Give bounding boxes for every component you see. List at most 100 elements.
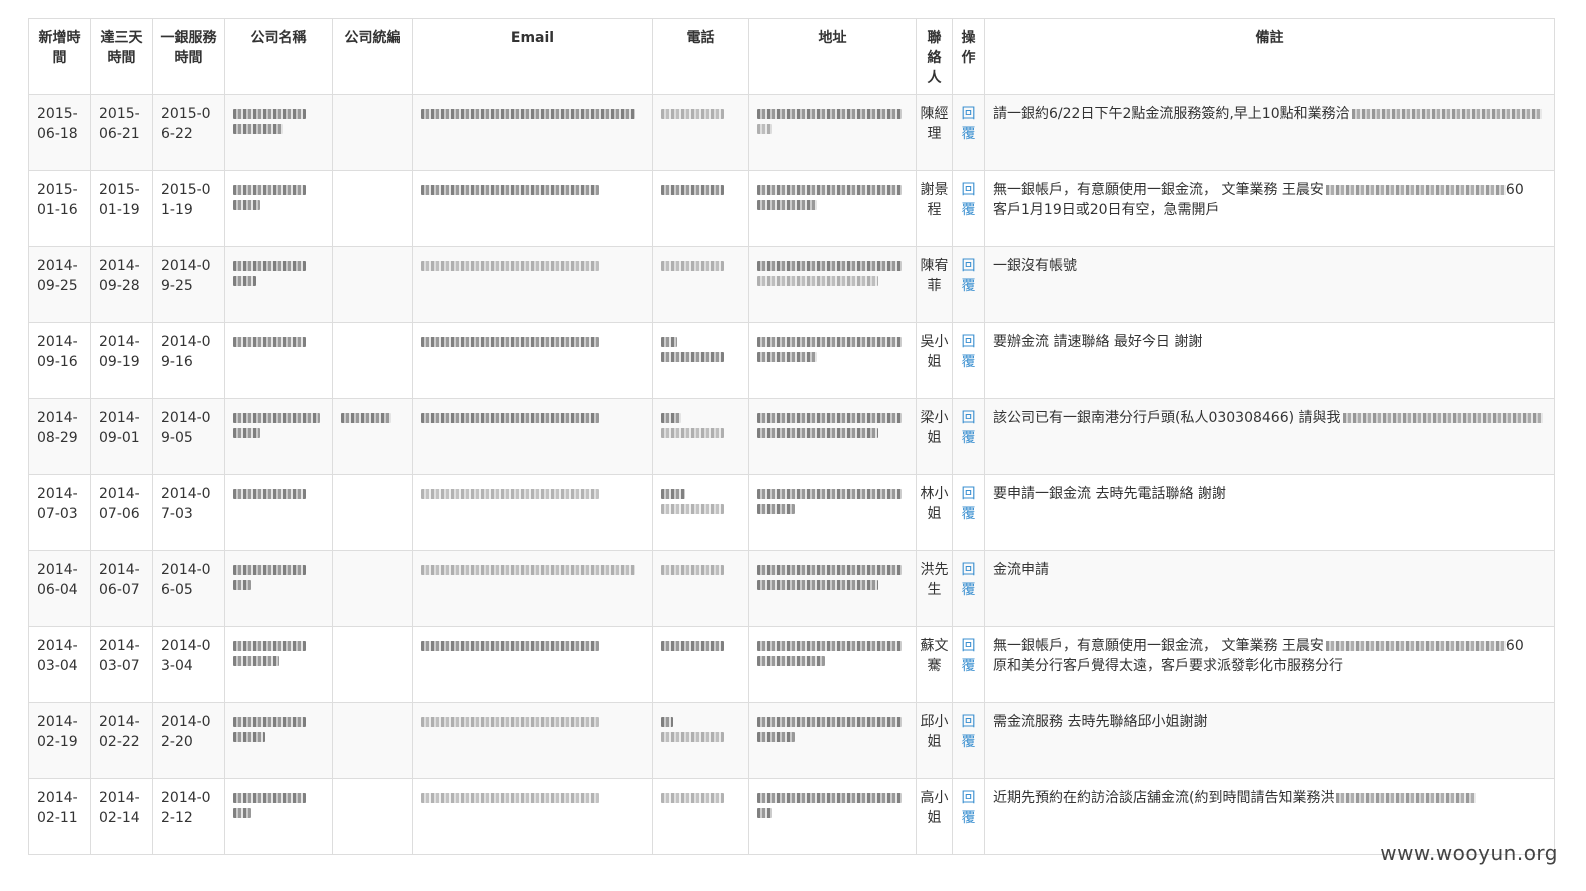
redacted-company-name [233, 489, 306, 499]
redacted-company-name [233, 124, 284, 134]
three-days-cell: 2014-09-19 [90, 322, 153, 399]
reply-button[interactable]: 回覆 [952, 626, 985, 703]
email-cell [412, 170, 653, 247]
header-note: 備註 [984, 18, 1555, 95]
redacted-note [1342, 413, 1543, 423]
redacted-email [421, 261, 600, 271]
table-row: 2014-06-04 2014-06-07 2014-06-05 洪先生 回覆 … [28, 550, 1555, 627]
phone-cell [652, 170, 749, 247]
redacted-phone [661, 337, 677, 347]
tax-id-cell [332, 778, 413, 855]
redacted-email [421, 337, 600, 347]
redacted-address [757, 200, 818, 210]
note-text: 一銀沒有帳號 [993, 258, 1077, 274]
note-text: 請一銀約6/22日下午2點金流服務簽約,早上10點和業務洽 [993, 106, 1350, 122]
added-time-cell: 2015-01-16 [28, 170, 91, 247]
reply-button[interactable]: 回覆 [952, 702, 985, 779]
reply-button[interactable]: 回覆 [952, 170, 985, 247]
redacted-address [757, 656, 825, 666]
address-cell [748, 474, 917, 551]
tax-id-cell [332, 170, 413, 247]
redacted-phone [661, 428, 725, 438]
table-row: 2014-08-29 2014-09-01 2014-09-05 梁小姐 回覆 … [28, 398, 1555, 475]
note-text-line2: 原和美分行客戶覺得太遠，客戶要求派發彰化市服務分行 [993, 658, 1343, 674]
reply-button[interactable]: 回覆 [952, 398, 985, 475]
redacted-phone [661, 352, 725, 362]
address-cell [748, 550, 917, 627]
added-time-cell: 2014-09-25 [28, 246, 91, 323]
contact-cell: 吳小姐 [916, 322, 953, 399]
redacted-company-name [233, 808, 252, 818]
header-phone: 電話 [652, 18, 749, 95]
redacted-company-name [233, 641, 306, 651]
redacted-email [421, 641, 600, 651]
tax-id-cell [332, 398, 413, 475]
company-name-cell [224, 170, 333, 247]
three-days-cell: 2014-03-07 [90, 626, 153, 703]
redacted-company-name [233, 261, 306, 271]
redacted-phone [661, 793, 725, 803]
redacted-company-name [233, 185, 306, 195]
note-cell: 無一銀帳戶，有意願使用一銀金流， 文筆業務 王晨安 60 原和美分行客戶覺得太遠，客… [984, 626, 1555, 703]
redacted-address [757, 261, 902, 271]
redacted-note [1325, 185, 1506, 195]
redacted-phone [661, 185, 725, 195]
redacted-note [1336, 793, 1477, 803]
data-table: 新增時間 達三天時間 一銀服務時間 公司名稱 公司統編 Email 電話 地址 … [28, 18, 1555, 855]
reply-button[interactable]: 回覆 [952, 778, 985, 855]
redacted-phone [661, 732, 725, 742]
redacted-email [421, 489, 600, 499]
added-time-cell: 2014-02-19 [28, 702, 91, 779]
email-cell [412, 246, 653, 323]
redacted-phone [661, 109, 725, 119]
watermark: www.wooyun.org [1380, 841, 1558, 865]
redacted-address [757, 489, 902, 499]
reply-button[interactable]: 回覆 [952, 94, 985, 171]
note-text: 金流申請 [993, 562, 1049, 578]
tax-id-cell [332, 702, 413, 779]
note-text: 無一銀帳戶，有意願使用一銀金流， 文筆業務 王晨安 [993, 182, 1324, 198]
company-name-cell [224, 626, 333, 703]
redacted-company-name [233, 732, 265, 742]
redacted-company-name [233, 565, 306, 575]
reply-button[interactable]: 回覆 [952, 550, 985, 627]
reply-button[interactable]: 回覆 [952, 474, 985, 551]
redacted-company-name [233, 413, 321, 423]
header-service-time: 一銀服務時間 [152, 18, 225, 95]
redacted-email [421, 185, 600, 195]
contact-cell: 謝景程 [916, 170, 953, 247]
added-time-cell: 2014-09-16 [28, 322, 91, 399]
contact-cell: 梁小姐 [916, 398, 953, 475]
reply-button[interactable]: 回覆 [952, 246, 985, 323]
redacted-phone [661, 413, 681, 423]
redacted-company-name [233, 656, 279, 666]
redacted-company-name [233, 580, 252, 590]
added-time-cell: 2014-08-29 [28, 398, 91, 475]
three-days-cell: 2014-09-28 [90, 246, 153, 323]
company-name-cell [224, 398, 333, 475]
header-company-name: 公司名稱 [224, 18, 333, 95]
service-time-cell: 2014-03-04 [152, 626, 225, 703]
phone-cell [652, 398, 749, 475]
redacted-address [757, 808, 773, 818]
redacted-address [757, 413, 902, 423]
phone-cell [652, 474, 749, 551]
table-row: 2015-06-18 2015-06-21 2015-06-22 陳經理 回覆 … [28, 94, 1555, 171]
company-name-cell [224, 778, 333, 855]
company-name-cell [224, 702, 333, 779]
note-cell: 該公司已有一銀南港分行戶頭(私人030308466) 請與我 [984, 398, 1555, 475]
tax-id-cell [332, 474, 413, 551]
redacted-address [757, 109, 902, 119]
redacted-email [421, 413, 600, 423]
email-cell [412, 626, 653, 703]
note-text: 無一銀帳戶，有意願使用一銀金流， 文筆業務 王晨安 [993, 638, 1324, 654]
reply-button[interactable]: 回覆 [952, 322, 985, 399]
contact-cell: 邱小姐 [916, 702, 953, 779]
redacted-phone [661, 717, 673, 727]
table-row: 2014-02-11 2014-02-14 2014-02-12 高小姐 回覆 … [28, 778, 1555, 855]
email-cell [412, 702, 653, 779]
phone-cell [652, 322, 749, 399]
note-tail: 60 [1505, 638, 1524, 654]
three-days-cell: 2014-06-07 [90, 550, 153, 627]
phone-cell [652, 702, 749, 779]
